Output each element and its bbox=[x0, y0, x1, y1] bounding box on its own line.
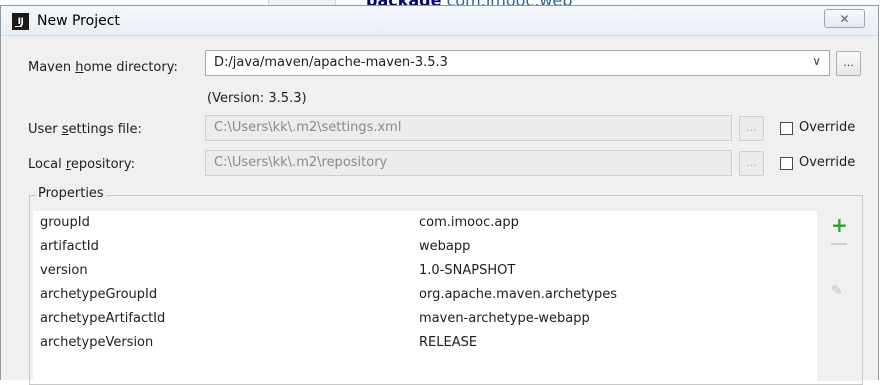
property-value[interactable]: 1.0-SNAPSHOT bbox=[419, 263, 515, 278]
property-value[interactable]: maven-archetype-webapp bbox=[419, 311, 590, 326]
user-settings-override-checkbox[interactable] bbox=[780, 122, 793, 135]
local-repository-browse-button[interactable]: ... bbox=[739, 151, 764, 176]
maven-home-value: D:/java/maven/apache-maven-3.5.3 bbox=[214, 55, 448, 70]
table-row[interactable]: artifactId webapp bbox=[33, 235, 817, 259]
user-settings-browse-button[interactable]: ... bbox=[739, 116, 764, 141]
maven-version-text: (Version: 3.5.3) bbox=[207, 91, 307, 106]
user-settings-override-label[interactable]: Override bbox=[799, 120, 855, 135]
property-value[interactable]: webapp bbox=[419, 239, 470, 254]
intellij-app-icon: IJ bbox=[12, 13, 29, 30]
properties-group-title: Properties bbox=[36, 186, 106, 201]
property-key: artifactId bbox=[40, 239, 99, 254]
properties-table: groupId com.imooc.app artifactId webapp … bbox=[33, 211, 817, 381]
remove-property-icon[interactable] bbox=[831, 243, 847, 245]
background-gutter bbox=[879, 0, 891, 380]
local-repository-label: Local repository: bbox=[28, 157, 136, 172]
property-key: archetypeGroupId bbox=[40, 287, 158, 302]
table-row[interactable]: archetypeVersion RELEASE bbox=[33, 331, 817, 355]
table-row[interactable]: archetypeArtifactId maven-archetype-weba… bbox=[33, 307, 817, 331]
dialog-title: New Project bbox=[37, 13, 120, 29]
close-icon: ✕ bbox=[839, 12, 850, 26]
maven-home-label: Maven home directory: bbox=[28, 60, 178, 75]
maven-home-browse-button[interactable]: ... bbox=[836, 51, 861, 76]
local-repository-field[interactable]: C:\Users\kk\.m2\repository bbox=[205, 150, 732, 176]
table-row[interactable]: version 1.0-SNAPSHOT bbox=[33, 259, 817, 283]
user-settings-label: User settings file: bbox=[28, 122, 142, 137]
local-repository-override-checkbox[interactable] bbox=[780, 157, 793, 170]
table-row[interactable]: groupId com.imooc.app bbox=[33, 211, 817, 235]
property-key: archetypeVersion bbox=[40, 335, 154, 350]
user-settings-value: C:\Users\kk\.m2\settings.xml bbox=[214, 120, 402, 135]
properties-toolbar: + ✎ bbox=[817, 211, 861, 381]
property-key: archetypeArtifactId bbox=[40, 311, 166, 326]
property-key: version bbox=[40, 263, 88, 278]
title-bar[interactable]: IJ New Project ✕ bbox=[1, 6, 878, 36]
user-settings-field[interactable]: C:\Users\kk\.m2\settings.xml bbox=[205, 115, 732, 141]
property-value[interactable]: org.apache.maven.archetypes bbox=[419, 287, 617, 302]
edit-property-icon[interactable]: ✎ bbox=[831, 281, 843, 301]
table-row[interactable]: archetypeGroupId org.apache.maven.archet… bbox=[33, 283, 817, 307]
local-repository-value: C:\Users\kk\.m2\repository bbox=[214, 155, 388, 170]
add-property-icon[interactable]: + bbox=[831, 215, 848, 235]
local-repository-override-label[interactable]: Override bbox=[799, 155, 855, 170]
property-value[interactable]: com.imooc.app bbox=[419, 215, 519, 230]
property-key: groupId bbox=[40, 215, 90, 230]
close-button[interactable]: ✕ bbox=[824, 9, 865, 28]
property-value[interactable]: RELEASE bbox=[419, 335, 477, 350]
maven-home-combobox[interactable]: D:/java/maven/apache-maven-3.5.3 ∨ bbox=[205, 50, 830, 76]
chevron-down-icon[interactable]: ∨ bbox=[812, 54, 821, 68]
